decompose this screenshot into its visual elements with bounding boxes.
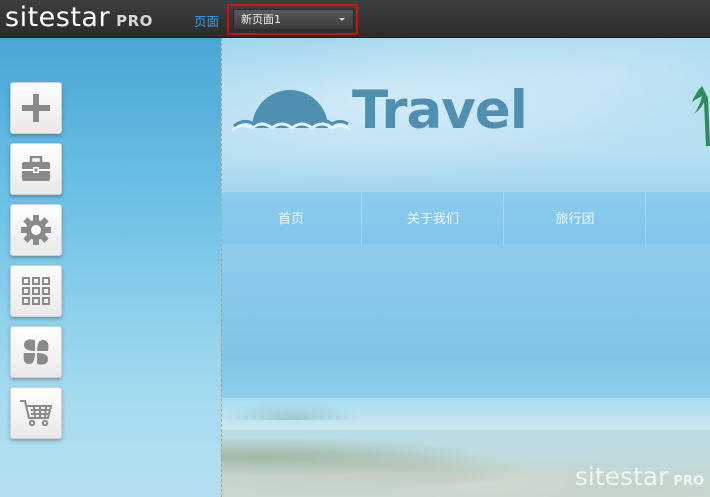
watermark-pro: PRO [673,474,704,489]
site-navigation: 首页 关于我们 旅行团 旅 [221,191,710,245]
chevron-down-icon [339,18,345,21]
clover-icon [21,337,51,367]
logo-text: sitestar [5,2,111,33]
site-nav-home[interactable]: 首页 [221,192,362,245]
top-bar: sitestar PRO 页面 新页面1 [0,0,710,38]
logo-pro: PRO [116,12,153,30]
site-nav-tour-group[interactable]: 旅行团 [505,192,646,245]
site-nav-about[interactable]: 关于我们 [363,192,504,245]
app-logo: sitestar PRO [5,4,153,32]
palm-tree-icon [690,86,710,150]
cart-icon [19,398,53,428]
page-select-dropdown[interactable]: 新页面1 [233,9,354,30]
toolbox-button[interactable] [10,143,62,195]
sitestar-watermark: sitestar PRO [575,464,704,495]
add-element-button[interactable] [10,82,62,134]
shop-cart-button[interactable] [10,387,62,439]
plus-icon [20,92,52,124]
page-select-value: 新页面1 [241,13,281,26]
watermark-text: sitestar [574,462,669,491]
site-title[interactable]: Travel [352,79,528,143]
plugins-button[interactable] [10,326,62,378]
site-nav-travel[interactable]: 旅 [647,192,710,245]
page-label: 页面 [194,14,220,29]
sunset-waves-icon [231,86,352,138]
apps-grid-button[interactable] [10,265,62,317]
canvas-guide-line [221,38,222,497]
settings-button[interactable] [10,204,62,256]
grid-icon [21,276,51,306]
gear-icon [20,214,52,246]
toolbox-icon [21,156,51,182]
island-background [221,400,361,420]
